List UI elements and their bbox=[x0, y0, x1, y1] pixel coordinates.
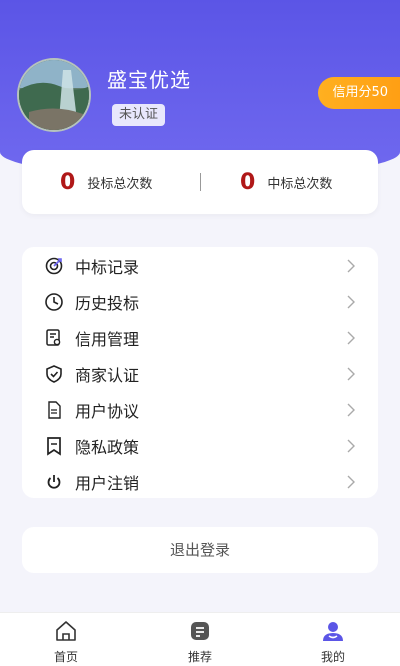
logout-button[interactable]: 退出登录 bbox=[22, 527, 378, 573]
tab-label: 我的 bbox=[320, 650, 345, 664]
chevron-right-icon bbox=[347, 439, 355, 453]
chevron-right-icon bbox=[347, 403, 355, 417]
menu-item-bid-win-records[interactable]: 中标记录 bbox=[22, 248, 378, 284]
menu-item-merchant-certification[interactable]: 商家认证 bbox=[22, 356, 378, 392]
shield-check-icon bbox=[44, 364, 64, 384]
stats-card: 0 投标总次数 0 中标总次数 bbox=[22, 150, 378, 214]
menu-item-bid-history[interactable]: 历史投标 bbox=[22, 284, 378, 320]
chevron-right-icon bbox=[347, 367, 355, 381]
menu-item-label: 用户注销 bbox=[75, 474, 140, 493]
menu-item-label: 历史投标 bbox=[75, 294, 140, 313]
menu-item-account-deletion[interactable]: 用户注销 bbox=[22, 464, 378, 500]
chevron-right-icon bbox=[347, 259, 355, 273]
bottom-tab-bar: 首页 推荐 我的 bbox=[0, 612, 400, 666]
certification-status-badge[interactable]: 未认证 bbox=[112, 104, 166, 126]
bookmark-icon bbox=[44, 436, 64, 456]
menu-item-label: 信用管理 bbox=[75, 330, 140, 349]
menu-item-user-agreement[interactable]: 用户协议 bbox=[22, 392, 378, 428]
tab-mine[interactable]: 我的 bbox=[293, 613, 373, 666]
win-count-stat[interactable]: 0 中标总次数 bbox=[240, 150, 332, 214]
document-icon bbox=[44, 400, 64, 420]
tab-label: 首页 bbox=[53, 650, 78, 664]
bid-count-label: 投标总次数 bbox=[87, 176, 153, 192]
win-count-label: 中标总次数 bbox=[267, 176, 333, 192]
credit-score-badge[interactable]: 信用分50 bbox=[318, 77, 400, 109]
menu-card: 中标记录 历史投标 信用管理 商家认证 用户协议 隐私政策 用户注销 bbox=[22, 247, 378, 498]
power-icon bbox=[44, 472, 64, 492]
certificate-icon bbox=[44, 328, 64, 348]
clock-icon bbox=[44, 292, 64, 312]
avatar[interactable] bbox=[17, 58, 91, 132]
home-icon bbox=[54, 619, 78, 643]
chevron-right-icon bbox=[347, 295, 355, 309]
user-icon bbox=[321, 619, 345, 643]
bid-count-stat[interactable]: 0 投标总次数 bbox=[60, 150, 152, 214]
bid-count-value: 0 bbox=[60, 169, 76, 195]
note-icon bbox=[188, 619, 212, 643]
menu-item-credit-management[interactable]: 信用管理 bbox=[22, 320, 378, 356]
menu-item-label: 隐私政策 bbox=[75, 438, 140, 457]
menu-item-label: 用户协议 bbox=[75, 402, 140, 421]
tab-home[interactable]: 首页 bbox=[26, 613, 106, 666]
target-icon bbox=[44, 256, 64, 276]
chevron-right-icon bbox=[347, 475, 355, 489]
tab-recommend[interactable]: 推荐 bbox=[160, 613, 240, 666]
menu-item-label: 中标记录 bbox=[75, 258, 140, 277]
tab-label: 推荐 bbox=[187, 650, 212, 664]
win-count-value: 0 bbox=[240, 169, 256, 195]
menu-item-privacy-policy[interactable]: 隐私政策 bbox=[22, 428, 378, 464]
shop-name: 盛宝优选 bbox=[107, 68, 191, 92]
chevron-right-icon bbox=[347, 331, 355, 345]
stats-divider bbox=[200, 173, 201, 191]
menu-item-label: 商家认证 bbox=[75, 366, 140, 385]
